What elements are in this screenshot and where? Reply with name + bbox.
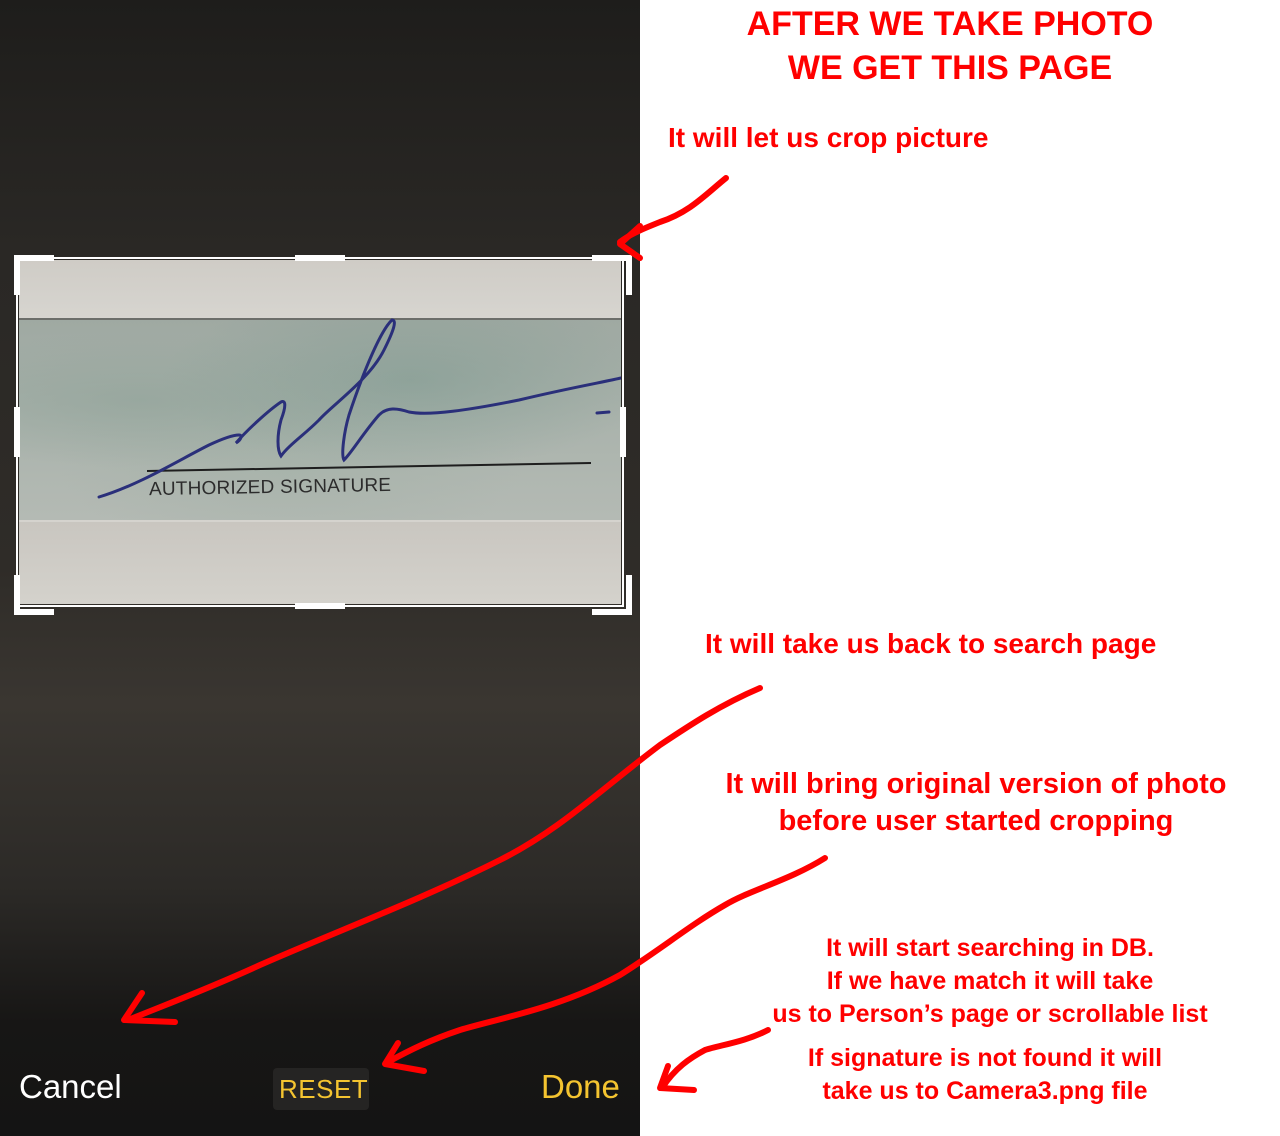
annotation-done-search-line-1: It will start searching in DB. — [826, 934, 1154, 962]
crop-handle-bottom-right[interactable] — [592, 575, 632, 615]
crop-handle-right[interactable] — [620, 407, 626, 457]
annotation-reset-line-2: before user started cropping — [778, 805, 1174, 837]
annotation-done-search-line-3: us to Person’s page or scrollable list — [772, 1000, 1208, 1028]
annotation-title: AFTER WE TAKE PHOTO WE GET THIS PAGE — [690, 2, 1210, 90]
annotation-reset: It will bring original version of photo … — [700, 766, 1252, 840]
annotation-title-line-1: AFTER WE TAKE PHOTO — [746, 5, 1154, 43]
annotation-title-line-2: WE GET THIS PAGE — [787, 49, 1113, 87]
reset-button[interactable]: RESET — [273, 1068, 369, 1110]
annotation-reset-line-1: It will bring original version of photo — [725, 768, 1227, 800]
crop-frame[interactable] — [16, 257, 624, 607]
annotation-done-search-line-2: If we have match it will take — [826, 967, 1154, 995]
crop-handle-bottom-left[interactable] — [14, 575, 54, 615]
done-button[interactable]: Done — [541, 1068, 620, 1106]
annotation-done-not-found-line-1: If signature is not found it will — [807, 1044, 1163, 1072]
crop-handle-top-left[interactable] — [14, 255, 54, 295]
cancel-button[interactable]: Cancel — [19, 1068, 122, 1106]
photo-crop-screen: AUTHORIZED SIGNATURE Cancel RESET Done — [0, 0, 640, 1136]
annotation-done-search: It will start searching in DB. If we hav… — [740, 932, 1240, 1031]
crop-handle-bottom[interactable] — [295, 603, 345, 609]
annotation-done-not-found: If signature is not found it will take u… — [770, 1042, 1200, 1108]
crop-handle-left[interactable] — [14, 407, 20, 457]
crop-handle-top[interactable] — [295, 255, 345, 261]
arrow-to-done — [659, 1027, 771, 1091]
annotation-cancel: It will take us back to search page — [705, 628, 1157, 659]
annotation-done-not-found-line-2: take us to Camera3.png file — [822, 1077, 1148, 1105]
annotation-crop: It will let us crop picture — [668, 122, 989, 153]
arrowhead-done — [657, 1063, 697, 1093]
crop-handle-top-right[interactable] — [592, 255, 632, 295]
